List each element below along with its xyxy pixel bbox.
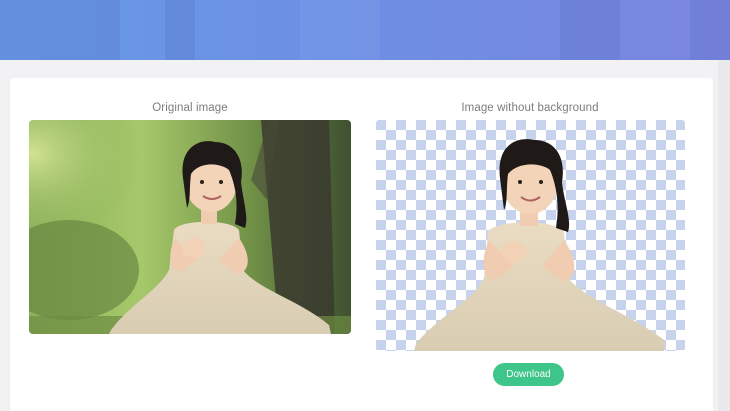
- download-button[interactable]: Download: [493, 363, 564, 386]
- original-image-caption: Original image: [152, 102, 228, 114]
- hero-banner: [0, 0, 730, 60]
- cutout-photo-graphic: [376, 120, 685, 351]
- result-image-caption: Image without background: [461, 102, 599, 114]
- original-image: [29, 120, 351, 334]
- original-photo-graphic: [29, 120, 351, 334]
- page-edge: [718, 60, 730, 411]
- image-without-background: [376, 120, 685, 351]
